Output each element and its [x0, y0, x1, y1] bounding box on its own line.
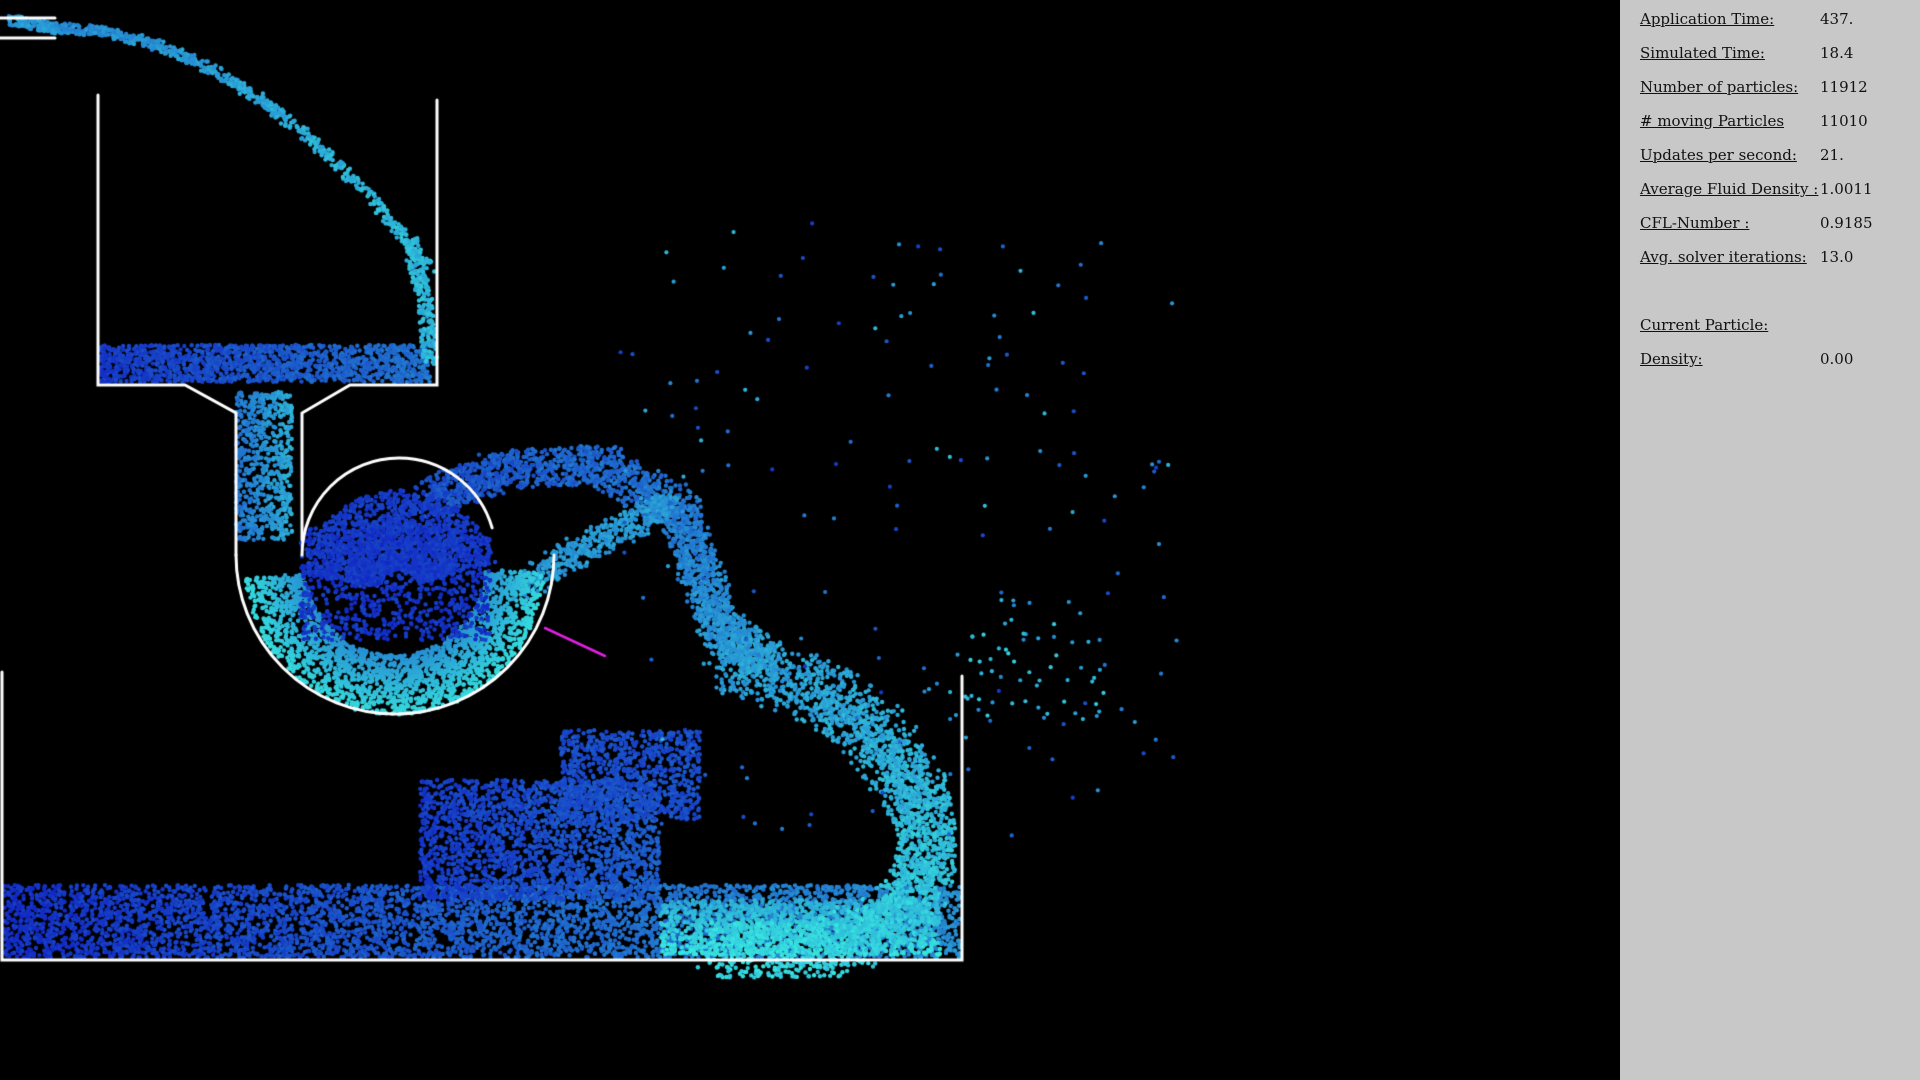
stat-value: 11912 — [1820, 78, 1868, 96]
current-particle-heading: Current Particle: — [1640, 316, 1910, 340]
stat-value: 18.4 — [1820, 44, 1854, 62]
stat-moving-particles: # moving Particles 11010 — [1640, 112, 1910, 136]
stat-label: Average Fluid Density : — [1640, 180, 1819, 198]
simulation-viewport[interactable] — [0, 0, 1620, 1080]
stat-value: 0.9185 — [1820, 214, 1873, 232]
stat-avg-solver-iterations: Avg. solver iterations: 13.0 — [1640, 248, 1910, 272]
stat-average-fluid-density: Average Fluid Density : 1.0011 — [1640, 180, 1910, 204]
stat-label: Updates per second: — [1640, 146, 1797, 164]
stat-updates-per-second: Updates per second: 21. — [1640, 146, 1910, 170]
stat-label: Avg. solver iterations: — [1640, 248, 1807, 266]
stat-label: Application Time: — [1640, 10, 1775, 28]
density-value: 0.00 — [1820, 350, 1854, 368]
stat-number-of-particles: Number of particles: 11912 — [1640, 78, 1910, 102]
stat-label: Simulated Time: — [1640, 44, 1765, 62]
stat-value: 1.0011 — [1820, 180, 1873, 198]
stat-value: 11010 — [1820, 112, 1868, 130]
current-particle-label: Current Particle: — [1640, 316, 1769, 334]
stats-panel: Application Time: 437. Simulated Time: 1… — [1620, 0, 1920, 1080]
stat-application-time: Application Time: 437. — [1640, 10, 1910, 34]
stat-cfl-number: CFL-Number : 0.9185 — [1640, 214, 1910, 238]
stat-label: CFL-Number : — [1640, 214, 1750, 232]
stat-simulated-time: Simulated Time: 18.4 — [1640, 44, 1910, 68]
stat-value: 437. — [1820, 10, 1854, 28]
current-particle-density: Density: 0.00 — [1640, 350, 1910, 374]
stat-value: 21. — [1820, 146, 1844, 164]
density-label: Density: — [1640, 350, 1703, 368]
stat-label: Number of particles: — [1640, 78, 1799, 96]
stat-value: 13.0 — [1820, 248, 1854, 266]
stat-label: # moving Particles — [1640, 112, 1785, 130]
